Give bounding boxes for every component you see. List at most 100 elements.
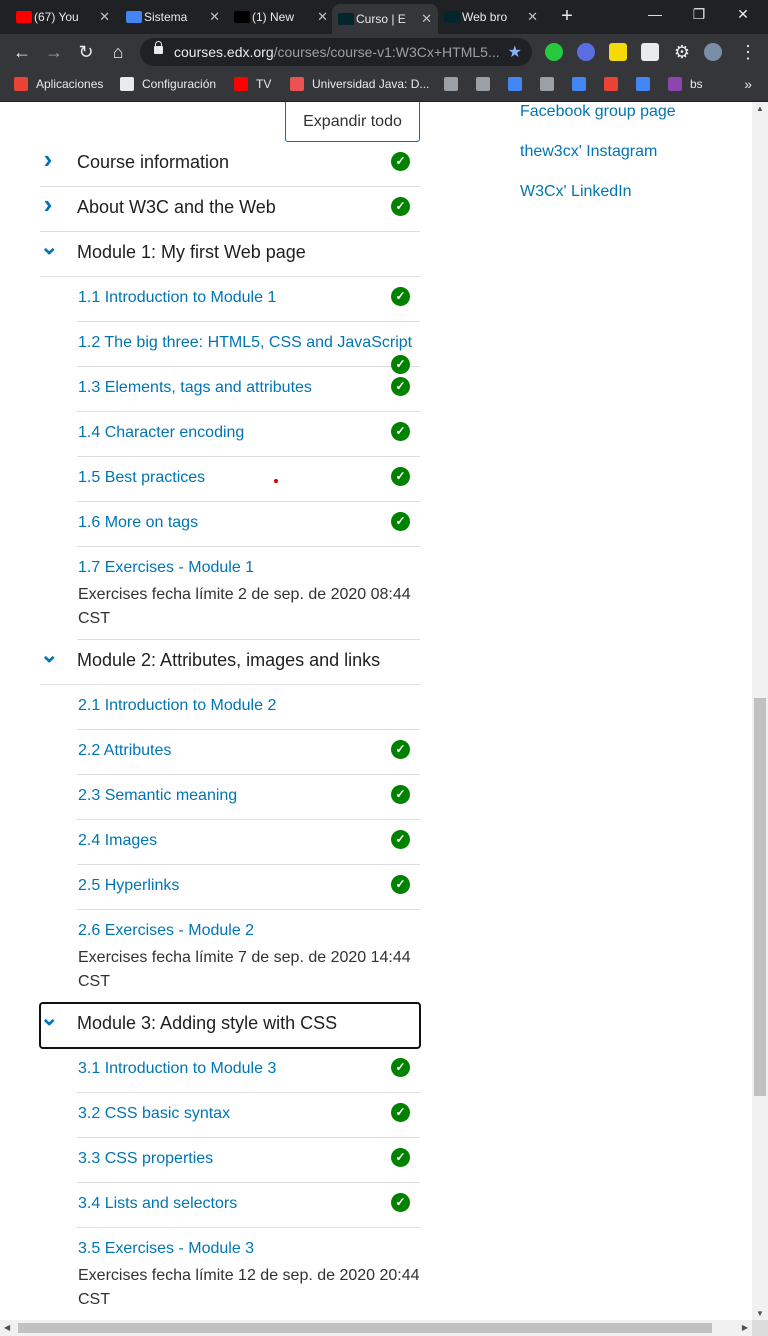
chevron-right-icon[interactable]: › [40,144,56,174]
instagram-link[interactable]: thew3cx' Instagram [520,140,676,180]
subsection-row: 1.5 Best practices ✓ [77,457,420,502]
cursor-dot [274,479,278,483]
tab-close-icon[interactable]: ✕ [421,11,432,27]
section-title: Module 3: Adding style with CSS [77,1013,338,1033]
tab-close-icon[interactable]: ✕ [209,9,220,25]
tab-close-icon[interactable]: ✕ [317,9,328,25]
url-text[interactable]: courses.edx.org/courses/course-v1:W3Cx+H… [174,44,500,60]
subsection-link[interactable]: 1.4 Character encoding [78,424,244,442]
home-icon[interactable]: ⌂ [106,40,130,64]
subsection-row: 1.1 Introduction to Module 1 ✓ [77,277,420,322]
url-path: /courses/course-v1:W3Cx+HTML5... [273,44,500,60]
extension-check-icon[interactable] [577,43,595,61]
reload-icon[interactable]: ↻ [74,40,98,64]
minimize-button[interactable]: — [640,6,670,22]
lock-icon[interactable] [154,41,163,54]
tab-close-icon[interactable]: ✕ [527,9,538,25]
scroll-right-arrow-icon[interactable]: ▶ [742,1323,748,1332]
extension-yellow-icon[interactable] [609,43,627,61]
bookmark-item[interactable] [476,77,498,91]
bookmark-star-icon[interactable]: ★ [508,42,522,62]
subsection-link[interactable]: 1.2 The big three: HTML5, CSS and JavaSc… [78,334,412,352]
subsection-link[interactable]: 1.7 Exercises - Module 1 [78,559,254,577]
subsection-link[interactable]: 1.5 Best practices [78,469,205,487]
browser-tab[interactable]: Curso | E ✕ [332,4,438,34]
app-icon [476,77,490,91]
tab-title: Web bro [462,10,508,24]
subsection-link[interactable]: 1.6 More on tags [78,514,198,532]
bookmark-item[interactable]: bs [668,77,703,91]
vertical-scroll-thumb[interactable] [754,698,766,1096]
bookmark-item[interactable]: Aplicaciones [14,77,103,91]
bookmark-item[interactable] [540,77,562,91]
vertical-scrollbar[interactable]: ▲ ▼ [752,102,768,1320]
section-row[interactable]: › About W3C and the Web ✓ [40,187,420,232]
subsection-link[interactable]: 2.2 Attributes [78,742,171,760]
bookmark-label: Configuración [142,77,217,91]
facebook-group-link[interactable]: Facebook group page [520,102,676,140]
bookmark-label: Universidad Java: D... [312,77,430,91]
avatar[interactable] [704,43,722,61]
section-row[interactable]: › Course information ✓ [40,142,420,187]
close-window-button[interactable]: ✕ [728,6,758,23]
forward-arrow-icon[interactable]: → [42,40,66,64]
tab-close-icon[interactable]: ✕ [99,9,110,25]
subsection-link[interactable]: 3.3 CSS properties [78,1150,213,1168]
chevron-down-icon[interactable]: ⌄ [40,234,58,259]
bookmark-item[interactable] [636,77,658,91]
extension-green-icon[interactable] [545,43,563,61]
subsection-link[interactable]: 3.5 Exercises - Module 3 [78,1240,254,1258]
subsection-row: 1.4 Character encoding ✓ [77,412,420,457]
chevron-right-icon[interactable]: › [40,189,56,219]
tab-favicon-icon [234,11,250,23]
browser-tab[interactable]: Web bro ✕ [438,4,544,30]
subsection-link[interactable]: 2.3 Semantic meaning [78,787,237,805]
subsection-link[interactable]: 3.1 Introduction to Module 3 [78,1060,276,1078]
bookmark-item[interactable] [572,77,594,91]
back-arrow-icon[interactable]: ← [10,40,34,64]
section-row[interactable]: ⌄ Module 2: Attributes, images and links [40,640,420,685]
subsection-link[interactable]: 2.1 Introduction to Module 2 [78,697,276,715]
address-bar[interactable]: courses.edx.org/courses/course-v1:W3Cx+H… [140,38,532,66]
subsection-link[interactable]: 2.4 Images [78,832,157,850]
subsection-link[interactable]: 3.2 CSS basic syntax [78,1105,230,1123]
bookmark-item[interactable]: Universidad Java: D... [290,77,429,91]
browser-tab[interactable]: Sistema ✕ [120,4,226,30]
bookmark-item[interactable] [508,77,530,91]
bookmark-item[interactable]: TV [234,77,271,91]
section-row[interactable]: ⌄ Module 1: My first Web page [40,232,420,277]
chevron-down-icon[interactable]: ⌄ [40,1005,58,1030]
bookmark-item[interactable]: Configuración [120,77,216,91]
scroll-left-arrow-icon[interactable]: ◀ [4,1323,10,1332]
section-title: Course information [77,152,230,172]
bookmark-item[interactable] [444,77,466,91]
subsection-row: 3.4 Lists and selectors ✓ [77,1183,420,1228]
horizontal-scrollbar[interactable]: ◀ ▶ [0,1320,768,1336]
tab-favicon-icon [338,13,354,25]
bs-icon [668,77,682,91]
course-outline: › Course information ✓ › About W3C and the W… [39,142,421,1320]
subsection-link[interactable]: 2.6 Exercises - Module 2 [78,922,254,940]
horizontal-scroll-thumb[interactable] [18,1323,712,1333]
chevron-down-icon[interactable]: ⌄ [40,642,58,667]
new-tab-button[interactable]: + [556,5,578,27]
browser-tab[interactable]: (1) New ✕ [228,4,334,30]
bookmarks-overflow-icon[interactable]: » [744,76,752,92]
subsection-link[interactable]: 1.3 Elements, tags and attributes [78,379,312,397]
browser-tab[interactable]: (67) You ✕ [10,4,116,30]
section-row[interactable]: ⌄ Module 3: Adding style with CSS [39,1002,421,1049]
subsection-row: 1.7 Exercises - Module 1 Exercises fecha … [77,547,420,640]
restore-button[interactable]: ❐ [684,6,714,23]
scroll-up-arrow-icon[interactable]: ▲ [756,104,764,113]
kebab-menu-icon[interactable]: ⋮ [736,40,760,64]
puzzle-extensions-icon[interactable]: ⚙ [670,40,694,64]
scroll-down-arrow-icon[interactable]: ▼ [756,1309,764,1318]
subsection-link[interactable]: 3.4 Lists and selectors [78,1195,237,1213]
extension-cast-icon[interactable] [641,43,659,61]
expand-all-button[interactable]: Expandir todo [285,102,420,142]
linkedin-link[interactable]: W3Cx' LinkedIn [520,180,676,220]
subsection-link[interactable]: 2.5 Hyperlinks [78,877,179,895]
bookmark-item[interactable] [604,77,626,91]
subsection-row: 2.3 Semantic meaning ✓ [77,775,420,820]
subsection-link[interactable]: 1.1 Introduction to Module 1 [78,289,276,307]
